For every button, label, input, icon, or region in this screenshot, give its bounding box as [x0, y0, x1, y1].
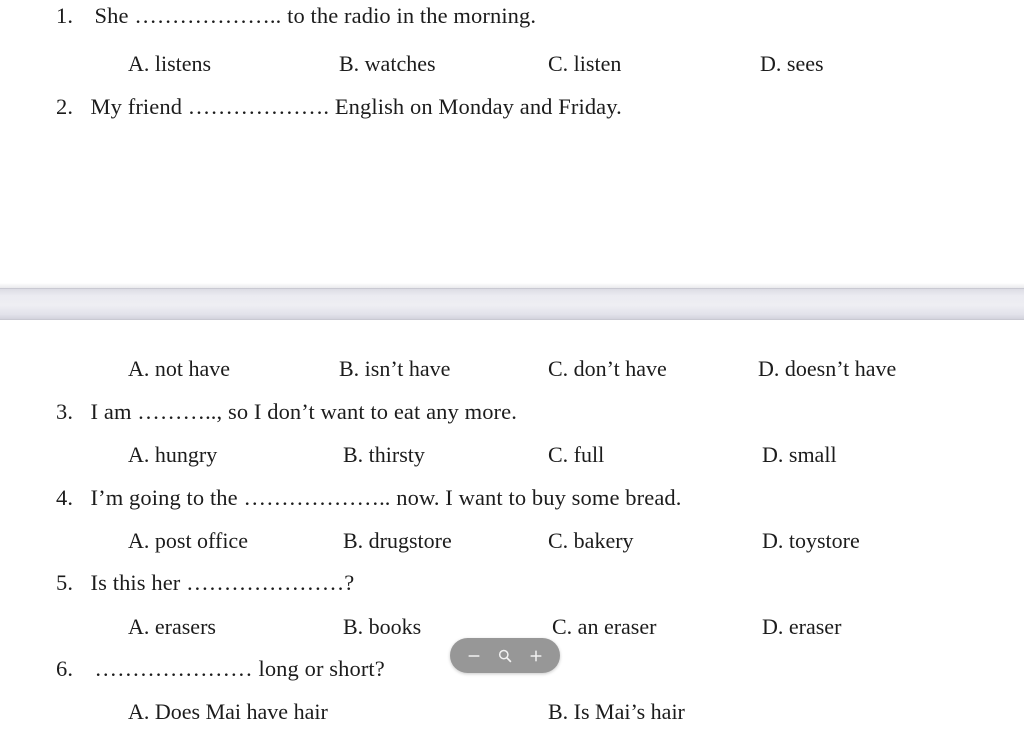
question-6-options: A. Does Mai have hair B. Is Mai’s hair	[0, 698, 1024, 728]
option-1-b[interactable]: B. watches	[339, 50, 436, 78]
option-1-d[interactable]: D. sees	[760, 50, 824, 78]
document-viewer[interactable]: 1. She ……………….. to the radio in the morn…	[0, 0, 1024, 740]
question-1-line: 1. She ……………….. to the radio in the morn…	[56, 3, 536, 29]
option-5-a[interactable]: A. erasers	[128, 613, 216, 641]
question-4-options: A. post office B. drugstore C. bakery D.…	[0, 527, 1024, 557]
question-2-text: My friend ………………. English on Monday and …	[90, 94, 622, 119]
option-6-b[interactable]: B. Is Mai’s hair	[548, 698, 685, 726]
question-6-number: 6.	[56, 656, 74, 681]
option-2-c[interactable]: C. don’t have	[548, 355, 667, 383]
question-6-line: 6. ………………… long or short?	[56, 656, 385, 682]
option-3-a[interactable]: A. hungry	[128, 441, 217, 469]
option-4-a[interactable]: A. post office	[128, 527, 248, 555]
question-5-line: 5. Is this her …………………?	[56, 570, 354, 596]
option-3-d[interactable]: D. small	[762, 441, 837, 469]
option-5-d[interactable]: D. eraser	[762, 613, 841, 641]
question-4-number: 4.	[56, 485, 74, 510]
question-1-number: 1.	[56, 3, 74, 28]
question-3-line: 3. I am ……….., so I don’t want to eat an…	[56, 399, 517, 425]
scanned-page-1: 1. She ……………….. to the radio in the morn…	[0, 0, 1024, 288]
question-3-number: 3.	[56, 399, 74, 424]
question-3-text: I am ……….., so I don’t want to eat any m…	[90, 399, 517, 424]
page-separator	[0, 283, 1024, 325]
option-5-c[interactable]: C. an eraser	[552, 613, 656, 641]
option-4-c[interactable]: C. bakery	[548, 527, 634, 555]
question-4-line: 4. I’m going to the ……………….. now. I want…	[56, 485, 681, 511]
question-2-options: A. not have B. isn’t have C. don’t have …	[0, 355, 1024, 385]
scanned-page-2: A. not have B. isn’t have C. don’t have …	[0, 320, 1024, 740]
option-3-c[interactable]: C. full	[548, 441, 604, 469]
question-5-number: 5.	[56, 570, 74, 595]
option-4-d[interactable]: D. toystore	[762, 527, 860, 555]
option-3-b[interactable]: B. thirsty	[343, 441, 425, 469]
option-2-d[interactable]: D. doesn’t have	[758, 355, 896, 383]
question-3-options: A. hungry B. thirsty C. full D. small	[0, 441, 1024, 471]
question-2-number: 2.	[56, 94, 74, 119]
question-4-text: I’m going to the ……………….. now. I want to…	[90, 485, 682, 510]
option-4-b[interactable]: B. drugstore	[343, 527, 452, 555]
question-5-text: Is this her …………………?	[90, 570, 355, 595]
question-1-text: She ……………….. to the radio in the morning…	[94, 3, 537, 28]
magnifier-icon[interactable]	[494, 645, 516, 667]
question-2-line: 2. My friend ………………. English on Monday a…	[56, 94, 622, 120]
option-1-c[interactable]: C. listen	[548, 50, 621, 78]
zoom-out-icon[interactable]	[463, 645, 485, 667]
option-5-b[interactable]: B. books	[343, 613, 421, 641]
zoom-control-bar[interactable]	[450, 638, 560, 673]
option-2-b[interactable]: B. isn’t have	[339, 355, 450, 383]
zoom-in-icon[interactable]	[525, 645, 547, 667]
question-1-options: A. listens B. watches C. listen D. sees	[0, 50, 1024, 80]
option-6-a[interactable]: A. Does Mai have hair	[128, 698, 328, 726]
option-2-a[interactable]: A. not have	[128, 355, 230, 383]
option-1-a[interactable]: A. listens	[128, 50, 211, 78]
question-6-text: ………………… long or short?	[94, 656, 385, 681]
